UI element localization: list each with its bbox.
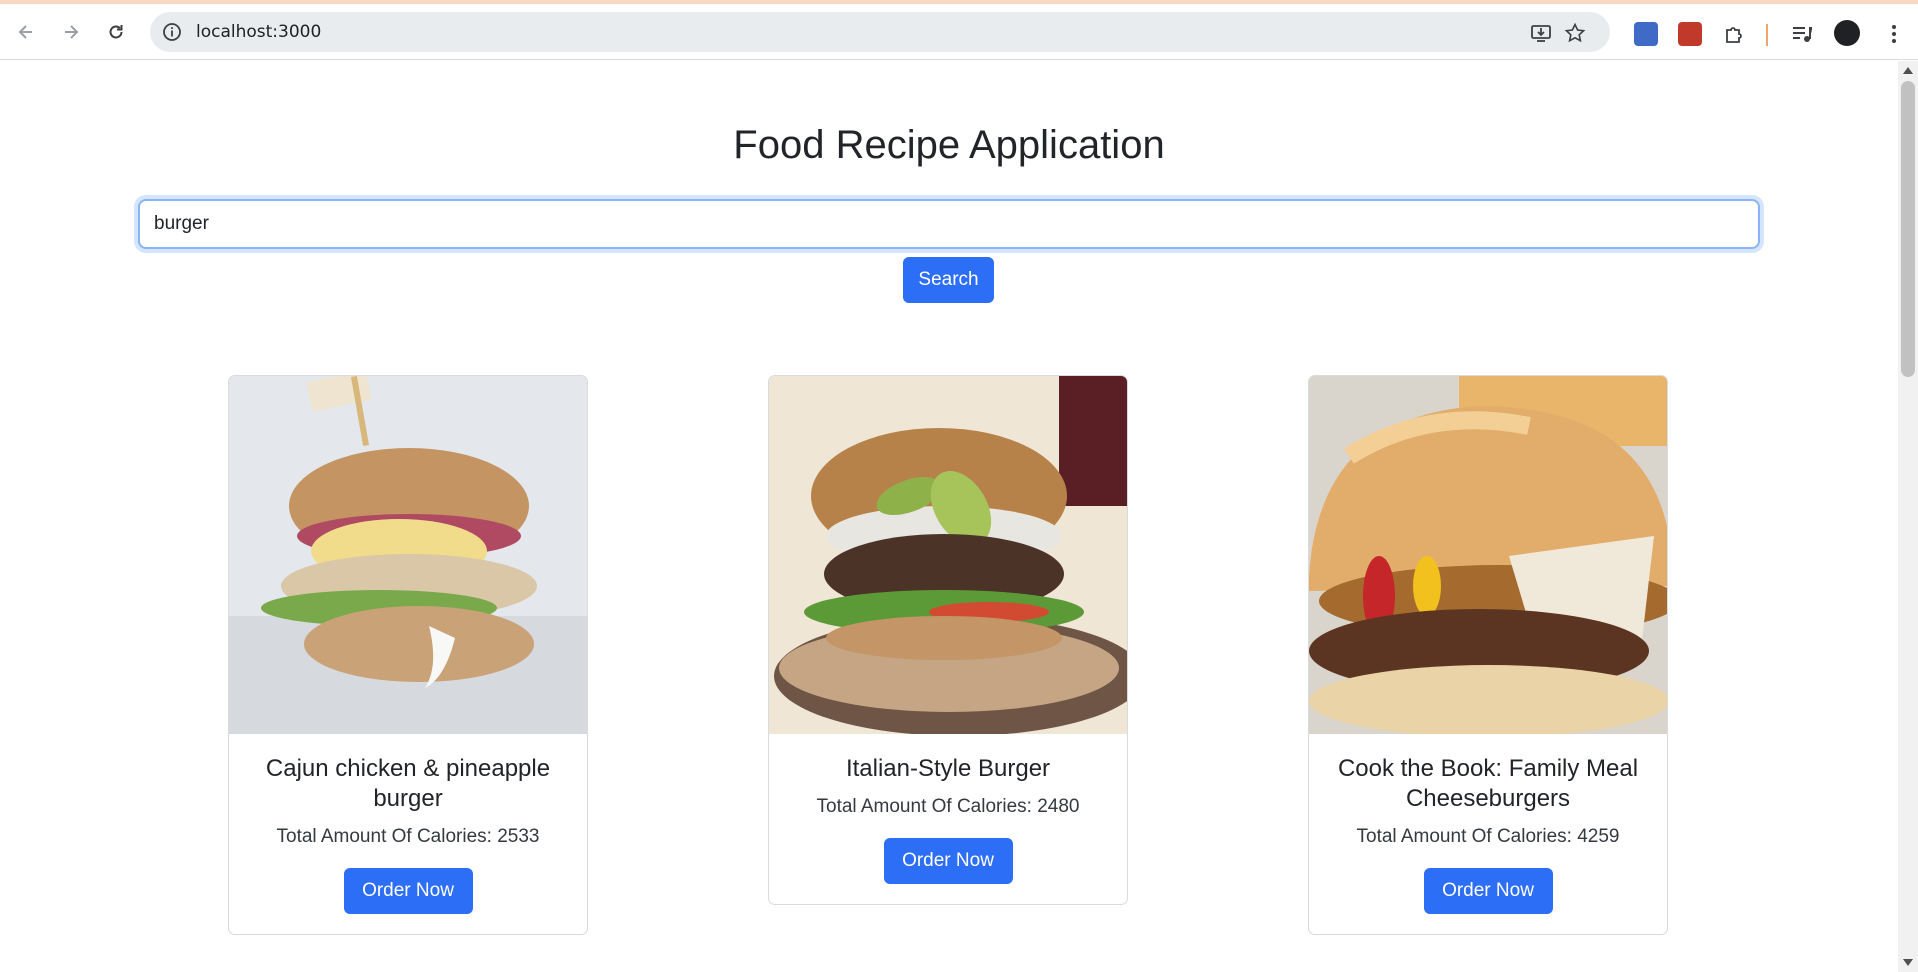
toolbar-separator <box>1766 24 1768 46</box>
order-now-button[interactable]: Order Now <box>883 838 1013 884</box>
back-arrow-icon <box>18 25 32 39</box>
search-input[interactable] <box>138 199 1760 249</box>
page-content: Food Recipe Application Search Cajun chi… <box>0 61 1898 972</box>
search-button[interactable]: Search <box>903 257 994 303</box>
forward-button[interactable] <box>54 15 88 49</box>
page-title: Food Recipe Application <box>733 123 1165 167</box>
bookmark-star-icon[interactable] <box>1564 22 1586 44</box>
recipe-name: Italian-Style Burger <box>845 755 1051 782</box>
media-control-icon[interactable] <box>1790 22 1814 46</box>
forward-arrow-icon <box>65 25 79 39</box>
recipe-calories: Total Amount Of Calories: 2533 <box>276 826 540 847</box>
recipe-image <box>229 376 587 734</box>
scroll-up-arrow-icon[interactable] <box>1903 67 1913 74</box>
recipe-card: Italian-Style Burger Total Amount Of Cal… <box>768 375 1128 905</box>
recipe-card: Cajun chicken & pineapple burger Total A… <box>228 375 588 935</box>
order-now-button[interactable]: Order Now <box>1423 868 1553 914</box>
extensions-puzzle-icon[interactable] <box>1723 22 1747 46</box>
recipe-image <box>1309 376 1667 734</box>
install-app-icon[interactable] <box>1530 22 1552 44</box>
recipe-name: Cajun chicken & pineapple burger <box>265 755 551 812</box>
reload-icon <box>109 25 123 39</box>
extension-icon-1[interactable] <box>1634 22 1658 46</box>
recipe-card: Cook the Book: Family Meal Cheeseburgers… <box>1308 375 1668 935</box>
scrollbar-thumb[interactable] <box>1901 81 1915 377</box>
page-scrollbar[interactable] <box>1898 61 1918 972</box>
scroll-down-arrow-icon[interactable] <box>1903 959 1913 966</box>
url-text: localhost:3000 <box>196 22 322 42</box>
reload-button[interactable] <box>99 15 133 49</box>
recipe-calories: Total Amount Of Calories: 4259 <box>1356 826 1620 847</box>
recipe-name: Cook the Book: Family Meal Cheeseburgers <box>1337 755 1639 812</box>
recipe-calories: Total Amount Of Calories: 2480 <box>816 796 1080 817</box>
back-button[interactable] <box>9 15 43 49</box>
more-menu-icon[interactable] <box>1882 22 1906 46</box>
recipe-image <box>769 376 1127 734</box>
browser-toolbar: localhost:3000 <box>0 4 1918 60</box>
profile-avatar-icon[interactable] <box>1834 20 1860 46</box>
address-bar[interactable]: localhost:3000 <box>150 12 1610 52</box>
site-info-icon[interactable] <box>162 22 182 42</box>
order-now-button[interactable]: Order Now <box>343 868 473 914</box>
extension-icon-2[interactable] <box>1678 22 1702 46</box>
